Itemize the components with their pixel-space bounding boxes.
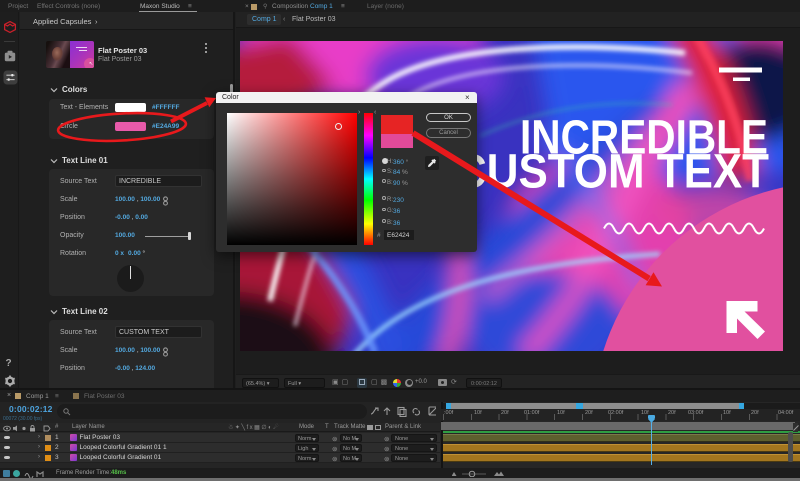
svg-text:CUSTOM TEXT: CUSTOM TEXT	[455, 146, 769, 199]
